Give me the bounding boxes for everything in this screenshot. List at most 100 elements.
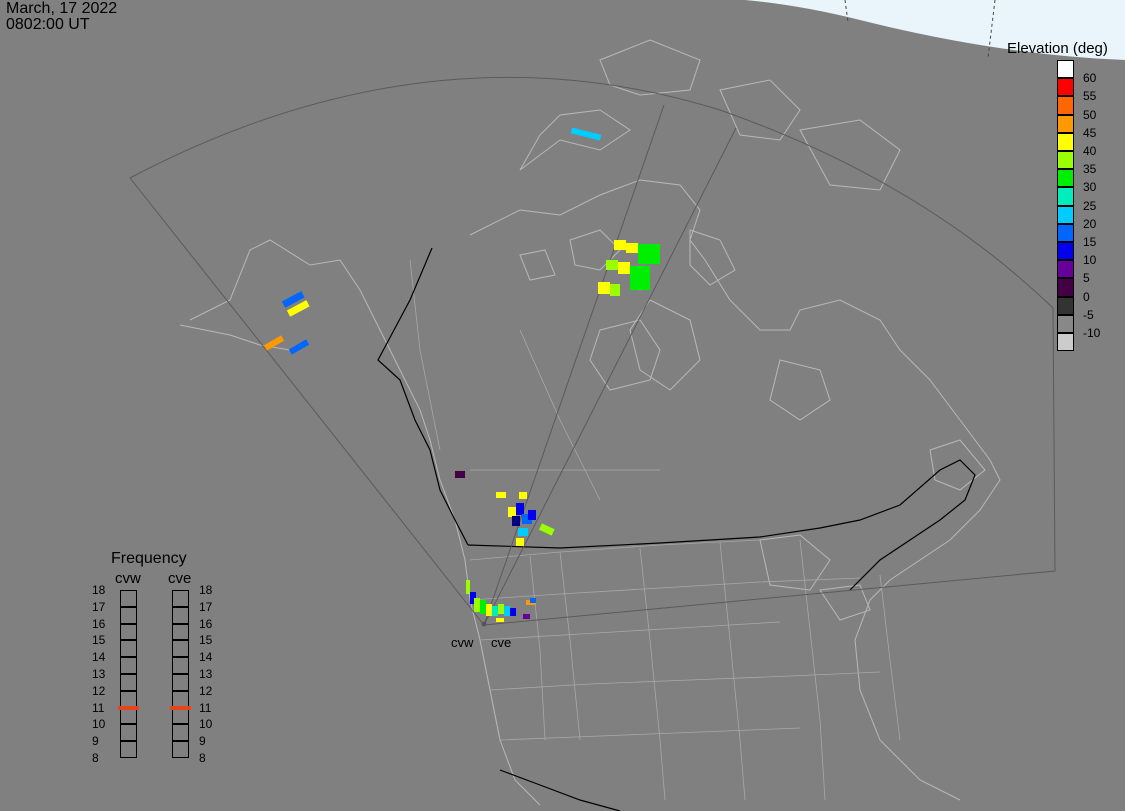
echo-cell bbox=[492, 606, 498, 616]
radar-label-cve: cve bbox=[491, 635, 512, 650]
freq-tick-label: 18 bbox=[92, 583, 106, 597]
freq-tick-label: 14 bbox=[92, 650, 106, 665]
freq-bin bbox=[172, 741, 189, 758]
colorbar-tick-label: 0 bbox=[1083, 289, 1090, 304]
echo-cell bbox=[512, 516, 520, 526]
echo-cell bbox=[638, 244, 660, 264]
freq-bin bbox=[120, 606, 137, 624]
colorbar-swatch bbox=[1057, 296, 1074, 315]
echo-cell bbox=[630, 266, 650, 290]
echo-cell bbox=[474, 598, 480, 612]
freq-bin bbox=[172, 640, 189, 658]
time-label: 0802:00 UT bbox=[6, 16, 90, 33]
echo-cell bbox=[486, 604, 492, 616]
echo-cell bbox=[598, 282, 610, 294]
colorbar-tick-label: 40 bbox=[1083, 144, 1097, 158]
colorbar-tick-label: -5 bbox=[1083, 307, 1094, 322]
echo-cell bbox=[504, 606, 510, 616]
echo-cell bbox=[519, 492, 527, 499]
freq-bin bbox=[172, 590, 189, 607]
freq-tick-label: 9 bbox=[92, 734, 99, 749]
freq-bin bbox=[172, 707, 189, 725]
freq-selected-marker bbox=[118, 705, 139, 710]
colorbar-swatch bbox=[1057, 242, 1074, 261]
freq-bin bbox=[120, 724, 137, 742]
state-lines bbox=[409, 259, 901, 801]
echo-cell bbox=[530, 598, 536, 603]
freq-bin bbox=[120, 623, 137, 641]
superdarn-map-view: March, 17 2022 0802:00 UT Elevation (deg… bbox=[0, 0, 1125, 811]
colorbar-swatch bbox=[1057, 132, 1074, 151]
freq-tick-label: 8 bbox=[92, 751, 99, 765]
freq-tick-label: 16 bbox=[92, 616, 106, 631]
echo-cell bbox=[528, 510, 536, 520]
freq-tick-label: 10 bbox=[92, 717, 106, 732]
colorbar-swatch bbox=[1057, 114, 1074, 133]
freq-tick-label: 12 bbox=[199, 683, 213, 698]
colorbar-tick-label: 45 bbox=[1083, 125, 1097, 140]
freq-bin bbox=[120, 674, 137, 691]
echo-cell bbox=[618, 262, 630, 274]
freq-tick-label: 12 bbox=[92, 683, 106, 698]
freq-tick-label: 9 bbox=[199, 734, 206, 749]
colorbar-swatch bbox=[1057, 151, 1074, 170]
fov-inner-boundary-2 bbox=[483, 127, 737, 626]
freq-tick-label: 15 bbox=[199, 633, 213, 648]
freq-tick-label: 11 bbox=[92, 700, 105, 715]
echo-cell bbox=[455, 471, 465, 478]
colorbar-swatch bbox=[1057, 205, 1074, 224]
echo-cell bbox=[508, 507, 516, 517]
freq-bin bbox=[172, 623, 189, 641]
map-canvas bbox=[129, 0, 1125, 811]
freq-tick-label: 13 bbox=[199, 667, 213, 681]
echo-cell bbox=[518, 528, 528, 536]
freq-bin bbox=[120, 707, 137, 725]
colorbar-tick-label: 35 bbox=[1083, 162, 1097, 177]
echo-cell bbox=[516, 503, 524, 515]
colorbar-swatch bbox=[1057, 223, 1074, 242]
freq-bin bbox=[172, 724, 189, 742]
colorbar-swatch bbox=[1057, 60, 1074, 79]
freq-radar-label-cvw: cvw bbox=[115, 570, 141, 587]
freq-radar-label-cve: cve bbox=[168, 570, 192, 587]
colorbar-swatch bbox=[1057, 169, 1074, 188]
freq-tick-label: 17 bbox=[92, 599, 106, 614]
colorbar-tick-label: 5 bbox=[1083, 271, 1090, 286]
echo-cell bbox=[523, 614, 530, 619]
national-borders bbox=[377, 247, 976, 811]
echo-cell bbox=[516, 538, 524, 546]
colorbar-swatch bbox=[1057, 78, 1074, 97]
echo-cell bbox=[626, 243, 638, 253]
date-label: March, 17 2022 bbox=[6, 0, 118, 17]
colorbar-swatch bbox=[1057, 314, 1074, 333]
colorbar-tick-label: 20 bbox=[1083, 216, 1097, 231]
echo-cell bbox=[496, 618, 504, 622]
freq-bin bbox=[120, 640, 137, 658]
freq-bin bbox=[172, 657, 189, 674]
colorbar-tick-label: 10 bbox=[1083, 253, 1097, 268]
fov-east-edge bbox=[483, 307, 1056, 626]
freq-selected-marker bbox=[170, 705, 191, 710]
freq-bin bbox=[172, 606, 189, 624]
colorbar-tick-label: -10 bbox=[1083, 326, 1101, 340]
colorbar-tick-label: 55 bbox=[1083, 89, 1097, 104]
fov-outer-arc bbox=[129, 76, 1054, 309]
echo-cell bbox=[538, 523, 555, 536]
echo-cell bbox=[288, 339, 310, 355]
echo-cell bbox=[498, 604, 504, 614]
coastlines bbox=[179, 39, 1001, 806]
freq-tick-label: 14 bbox=[199, 650, 213, 665]
colorbar-swatch bbox=[1057, 260, 1074, 279]
freq-tick-label: 18 bbox=[199, 583, 213, 597]
freq-tick-label: 17 bbox=[199, 599, 213, 614]
frequency-title: Frequency bbox=[111, 550, 187, 567]
echo-cell bbox=[610, 284, 620, 296]
radar-site-marker bbox=[481, 621, 487, 627]
freq-bin bbox=[120, 590, 137, 607]
freq-tick-label: 16 bbox=[199, 616, 213, 631]
colorbar-tick-label: 60 bbox=[1083, 71, 1097, 86]
freq-tick-label: 13 bbox=[92, 667, 106, 681]
echo-cell bbox=[570, 127, 602, 141]
colorbar-title: Elevation (deg) bbox=[1007, 40, 1108, 57]
echo-cell bbox=[614, 240, 626, 250]
